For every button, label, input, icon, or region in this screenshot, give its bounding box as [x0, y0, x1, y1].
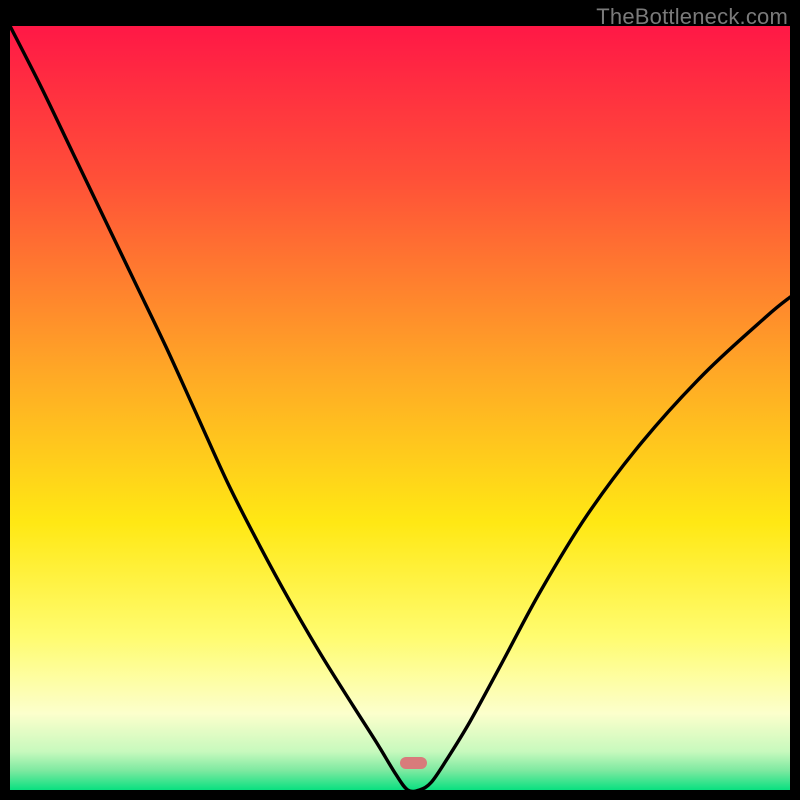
chart-frame	[10, 26, 790, 790]
bottleneck-chart	[10, 26, 790, 790]
optimal-marker	[400, 757, 427, 769]
